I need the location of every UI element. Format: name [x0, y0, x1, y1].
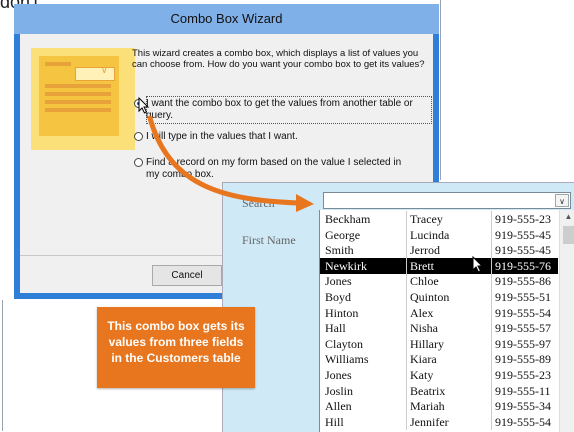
- callout-box: This combo box gets its values from thre…: [97, 307, 255, 388]
- curved-arrow-icon: [147, 115, 314, 212]
- callout-text: This combo box gets its values from thre…: [107, 319, 245, 365]
